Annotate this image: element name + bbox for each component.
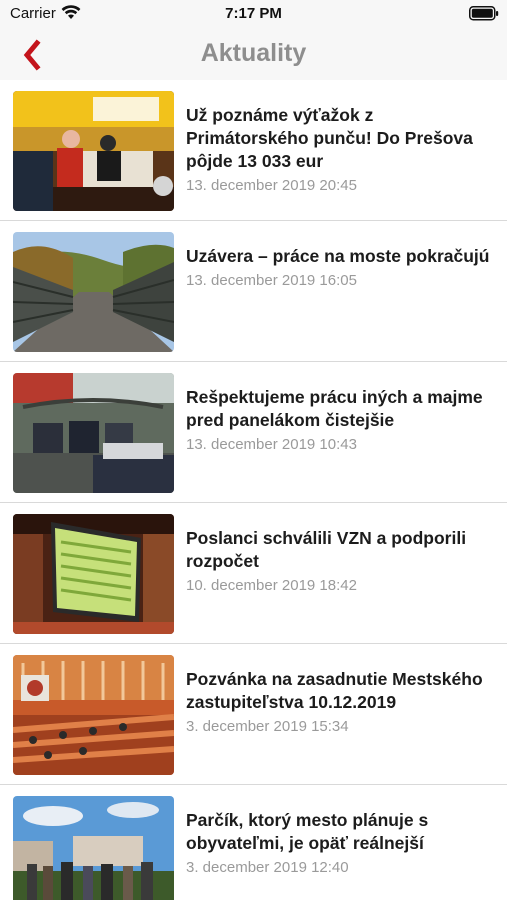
news-list: Už poznáme výťažok z Primátorského punču… — [0, 80, 507, 900]
news-item[interactable]: Rešpektujeme prácu iných a majme pred pa… — [0, 362, 507, 503]
news-date: 13. december 2019 20:45 — [186, 177, 357, 194]
news-date: 13. december 2019 16:05 — [186, 272, 357, 289]
news-title: Už poznáme výťažok z Primátorského punču… — [186, 105, 473, 171]
news-date: 13. december 2019 10:43 — [186, 436, 357, 453]
news-title: Rešpektujeme prácu iných a majme pred pa… — [186, 387, 483, 430]
news-item[interactable]: Parčík, ktorý mesto plánuje s obyvateľmi… — [0, 785, 507, 900]
news-item[interactable]: Pozvánka na zasadnutie Mestského zastupi… — [0, 644, 507, 785]
news-date: 10. december 2019 18:42 — [186, 577, 357, 594]
news-thumbnail-park-meeting — [13, 796, 174, 900]
news-item[interactable]: Už poznáme výťažok z Primátorského punču… — [0, 80, 507, 221]
news-thumbnail-garbage-bins — [13, 373, 174, 493]
page-title: Aktuality — [200, 39, 307, 67]
news-date: 3. december 2019 12:40 — [186, 859, 349, 876]
news-date: 3. december 2019 15:34 — [186, 718, 349, 735]
news-thumbnail-voting-screen — [13, 514, 174, 634]
navigation-bar: Aktuality — [0, 30, 507, 80]
news-thumbnail-christmas-market — [13, 91, 174, 211]
news-item[interactable]: Poslanci schválili VZN a podporili rozpo… — [0, 503, 507, 644]
status-bar: Carrier 7:17 PM — [0, 0, 507, 30]
news-thumbnail-bridge — [13, 232, 174, 352]
news-title: Parčík, ktorý mesto plánuje s obyvateľmi… — [186, 810, 429, 853]
news-title: Poslanci schválili VZN a podporili rozpo… — [186, 528, 467, 571]
news-title: Pozvánka na zasadnutie Mestského zastupi… — [186, 669, 483, 712]
news-item[interactable]: Uzávera – práce na moste pokračujú 13. d… — [0, 221, 507, 362]
clock: 7:17 PM — [225, 5, 282, 22]
battery-icon — [469, 6, 499, 26]
news-title: Uzávera – práce na moste pokračujú — [186, 246, 490, 266]
news-thumbnail-council-hall — [13, 655, 174, 775]
